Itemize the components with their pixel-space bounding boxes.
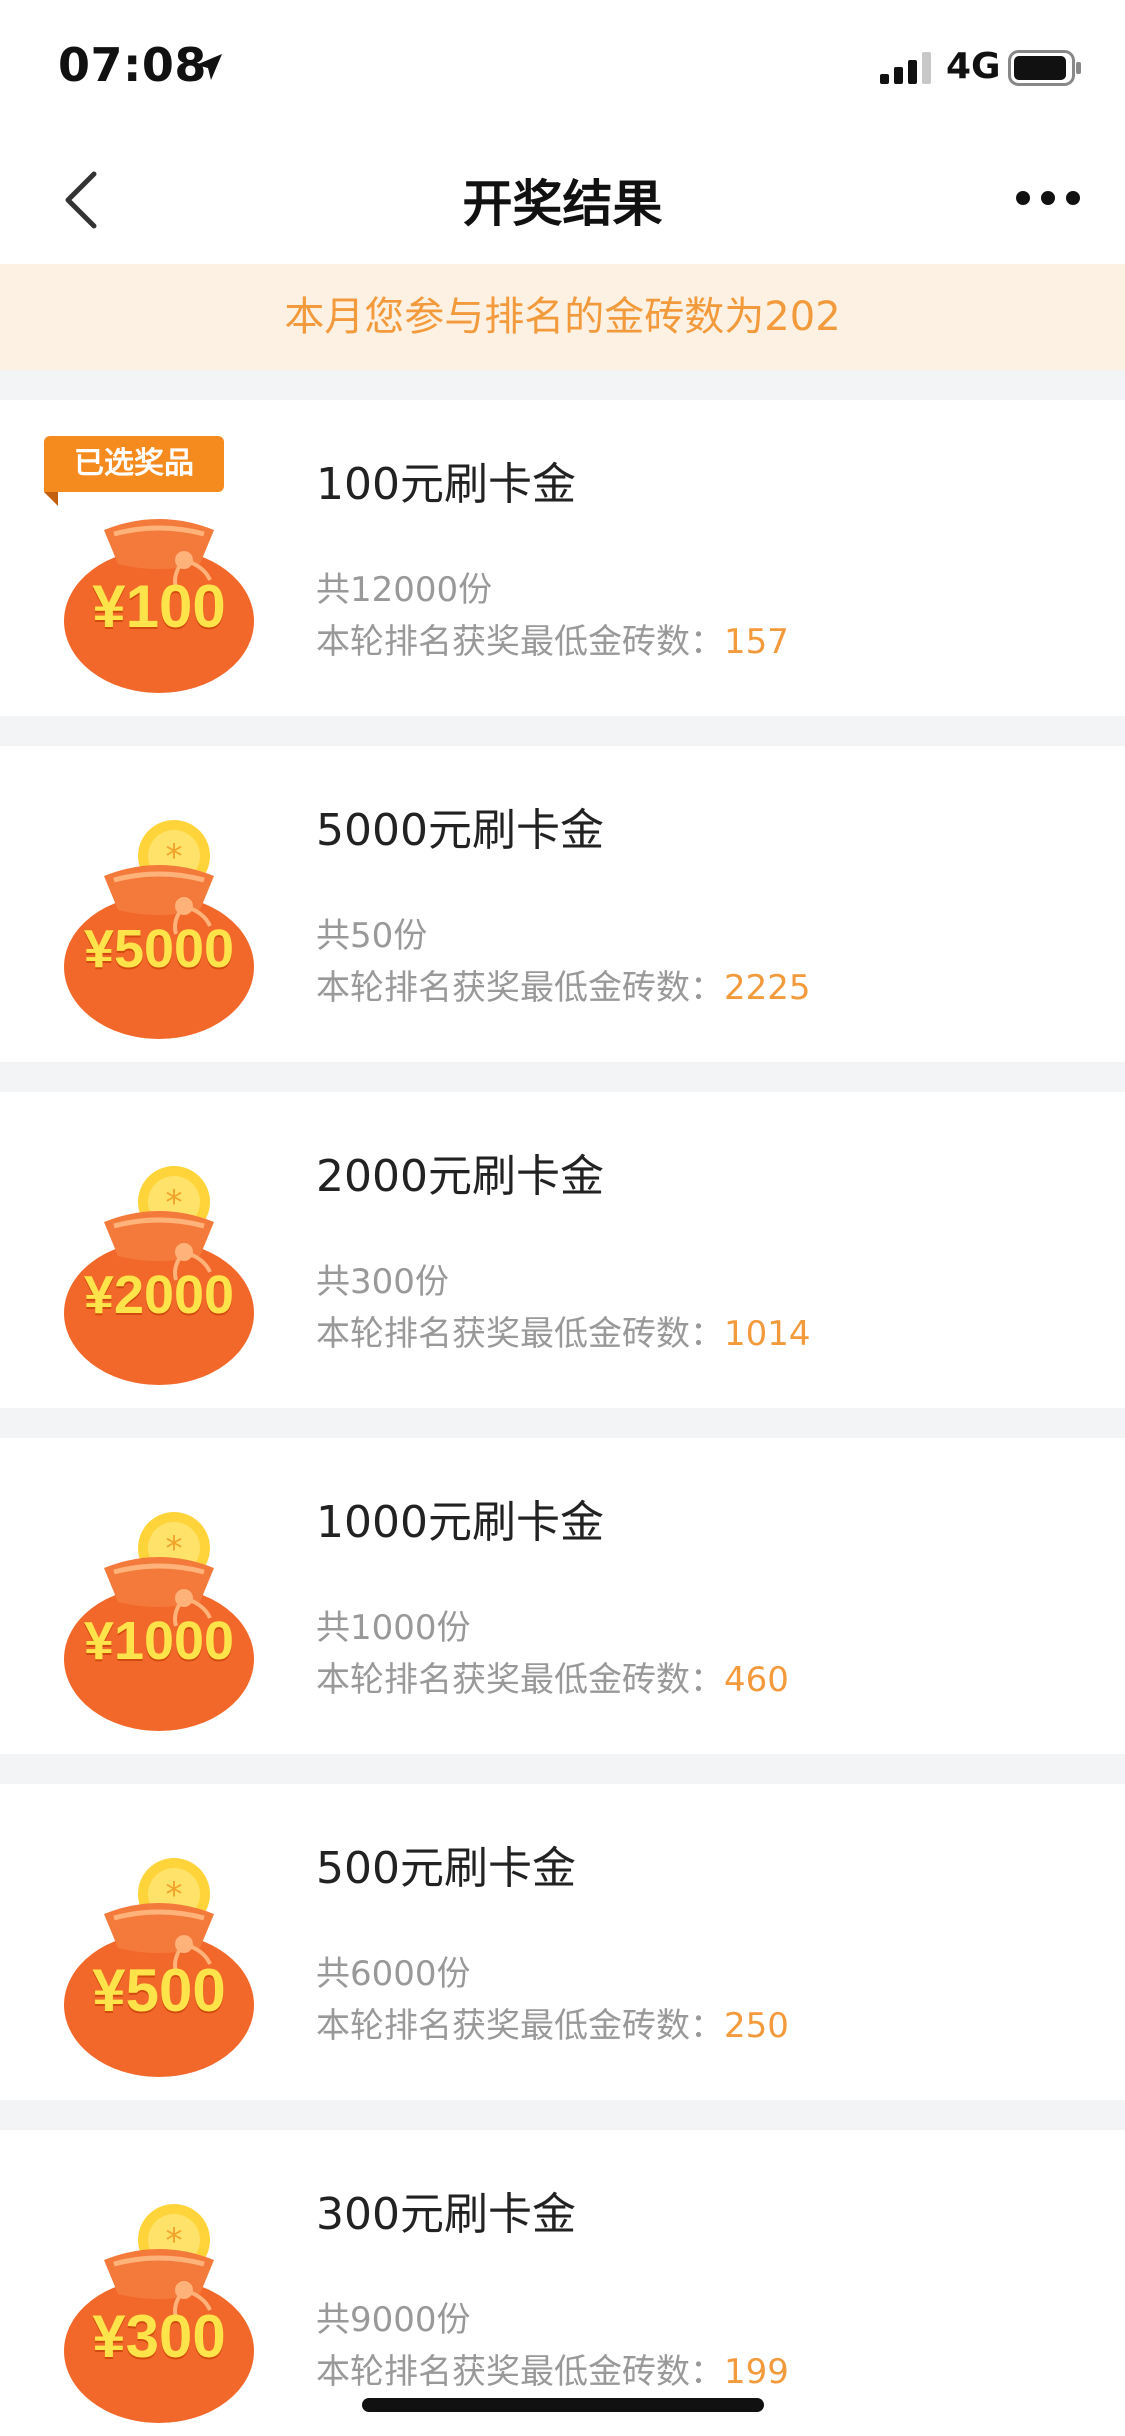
prize-card[interactable]: * ¥2000 2000元刷卡金 共300份 本轮排名获奖最低金砖数：1014 — [0, 1092, 1125, 1408]
prize-min-label: 本轮排名获奖最低金砖数： — [316, 622, 724, 662]
prize-name: 500元刷卡金 — [316, 1843, 576, 1894]
prize-card[interactable]: * ¥5000 5000元刷卡金 共50份 本轮排名获奖最低金砖数：2225 — [0, 746, 1125, 1062]
page-title: 开奖结果 — [462, 175, 663, 233]
prize-min-value: 1014 — [724, 1314, 811, 1354]
prize-card[interactable]: * ¥500 500元刷卡金 共6000份 本轮排名获奖最低金砖数：250 — [0, 1784, 1125, 2100]
prize-name: 5000元刷卡金 — [316, 805, 604, 856]
prize-min-label: 本轮排名获奖最低金砖数： — [316, 1314, 724, 1354]
prize-min-label: 本轮排名获奖最低金砖数： — [316, 968, 724, 1008]
more-icon[interactable] — [1015, 184, 1081, 212]
prize-card[interactable]: * ¥300 300元刷卡金 共9000份 本轮排名获奖最低金砖数：199 — [0, 2130, 1125, 2436]
prize-min-value: 2225 — [724, 968, 811, 1008]
bag-amount-label: ¥1000 — [83, 1611, 235, 1671]
battery-icon — [1008, 50, 1081, 86]
home-indicator[interactable] — [362, 2398, 764, 2412]
selected-prize-tag: 已选奖品 — [44, 436, 224, 506]
location-arrow-icon — [196, 54, 222, 80]
money-bag-icon: * ¥5000 — [44, 802, 274, 1042]
prize-count: 共9000份 — [316, 2300, 471, 2340]
prize-count: 共1000份 — [316, 1608, 471, 1648]
prize-min-value: 250 — [724, 2006, 789, 2046]
prize-min-value: 460 — [724, 1660, 789, 1700]
prize-name: 100元刷卡金 — [316, 459, 576, 510]
prize-min-value: 157 — [724, 622, 789, 662]
status-bar: 07:08 4G — [0, 0, 1125, 132]
prize-min-label: 本轮排名获奖最低金砖数： — [316, 2006, 724, 2046]
brick-count-notice: 本月您参与排名的金砖数为202 — [0, 264, 1125, 370]
prize-min-label: 本轮排名获奖最低金砖数： — [316, 2352, 724, 2392]
bag-amount-label: ¥500 — [92, 1957, 226, 2024]
prize-min-label: 本轮排名获奖最低金砖数： — [316, 1660, 724, 1700]
prize-min-value: 199 — [724, 2352, 789, 2392]
bag-amount-label: ¥300 — [92, 2303, 226, 2370]
money-bag-icon: * ¥1000 — [44, 1494, 274, 1734]
prize-name: 1000元刷卡金 — [316, 1497, 604, 1548]
prize-card[interactable]: * ¥1000 1000元刷卡金 共1000份 本轮排名获奖最低金砖数：460 — [0, 1438, 1125, 1754]
money-bag-icon: * ¥500 — [44, 1840, 274, 2080]
money-bag-icon: ¥100 — [44, 456, 274, 696]
bag-amount-label: ¥2000 — [83, 1265, 235, 1325]
prize-count: 共6000份 — [316, 1954, 471, 1994]
prize-name: 2000元刷卡金 — [316, 1151, 604, 1202]
status-time: 07:08 — [58, 38, 207, 92]
prize-count: 共12000份 — [316, 570, 493, 610]
bag-amount-label: ¥100 — [92, 573, 226, 640]
prize-name: 300元刷卡金 — [316, 2189, 576, 2240]
signal-icon — [880, 52, 931, 84]
prize-card[interactable]: ¥100 已选奖品 100元刷卡金 共12000份 本轮排名获奖最低金砖数：15… — [0, 400, 1125, 716]
selected-prize-tag-label: 已选奖品 — [44, 436, 224, 492]
prize-min-bricks: 本轮排名获奖最低金砖数：460 — [316, 1652, 789, 1701]
prize-count: 共50份 — [316, 916, 428, 956]
tag-fold — [44, 492, 58, 506]
prize-min-bricks: 本轮排名获奖最低金砖数：250 — [316, 1998, 789, 2047]
prize-min-bricks: 本轮排名获奖最低金砖数：2225 — [316, 960, 811, 1009]
network-type: 4G — [946, 46, 1001, 87]
prize-min-bricks: 本轮排名获奖最低金砖数：1014 — [316, 1306, 811, 1355]
prize-min-bricks: 本轮排名获奖最低金砖数：157 — [316, 614, 789, 663]
prize-count: 共300份 — [316, 1262, 449, 1302]
prize-min-bricks: 本轮排名获奖最低金砖数：199 — [316, 2344, 789, 2393]
nav-bar: 开奖结果 — [0, 132, 1125, 264]
money-bag-icon: * ¥300 — [44, 2186, 274, 2426]
bag-amount-label: ¥5000 — [83, 919, 235, 979]
money-bag-icon: * ¥2000 — [44, 1148, 274, 1388]
